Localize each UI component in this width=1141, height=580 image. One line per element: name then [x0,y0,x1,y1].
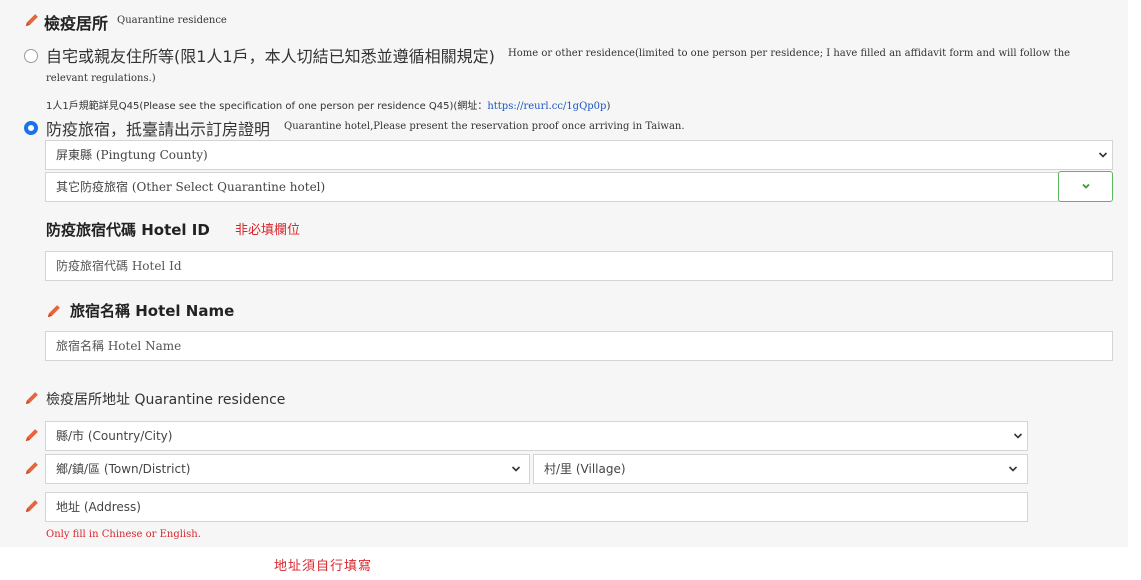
address-input[interactable]: 地址 (Address) [45,492,1028,522]
radio-home-label-en: Home or other residence(limited to one p… [508,48,1071,59]
q45-note-close: ) [606,101,611,112]
radio-home-label-en-cont: relevant regulations.) [46,73,156,84]
pencil-icon [25,391,39,405]
hotel-name-label: 旅宿名稱 Hotel Name [70,302,235,320]
chevron-down-icon [511,464,521,474]
hotel-select-toggle-button[interactable] [1058,171,1113,202]
county-select-value: 屏東縣 (Pingtung County) [56,148,208,162]
pencil-icon [25,13,39,27]
section-title-en: Quarantine residence [117,15,227,26]
hotel-select[interactable]: 其它防疫旅宿 (Other Select Quarantine hotel) [45,172,1059,202]
pencil-icon [25,428,39,442]
hotel-select-value: 其它防疫旅宿 (Other Select Quarantine hotel) [56,180,326,194]
q45-note-text: 1人1戶規範詳見Q45(Please see the specification… [46,101,488,112]
address-section-title: 檢疫居所地址 Quarantine residence [46,392,286,408]
pencil-icon [25,461,39,475]
pencil-icon [47,304,61,318]
chevron-down-icon [1008,464,1018,474]
district-select[interactable]: 鄉/鎮/區 (Town/District) [45,454,530,484]
chevron-down-icon [1013,431,1023,441]
hotel-name-placeholder: 旅宿名稱 Hotel Name [56,339,182,353]
village-select[interactable]: 村/里 (Village) [533,454,1028,484]
village-select-value: 村/里 (Village) [544,462,626,476]
form-panel: 檢疫居所 Quarantine residence 自宅或親友住所等(限1人1戶… [0,0,1128,547]
hotel-id-input[interactable]: 防疫旅宿代碼 Hotel Id [45,251,1113,281]
q45-note: 1人1戶規範詳見Q45(Please see the specification… [46,97,610,112]
district-select-value: 鄉/鎮/區 (Town/District) [56,462,191,476]
radio-hotel-label-zh: 防疫旅宿，抵臺請出示訂房證明 [46,120,271,139]
city-select[interactable]: 縣/市 (Country/City) [45,421,1028,451]
hotel-id-label: 防疫旅宿代碼 Hotel ID [46,221,210,239]
county-select[interactable]: 屏東縣 (Pingtung County) [45,140,1113,170]
address-placeholder: 地址 (Address) [56,500,141,514]
q45-link[interactable]: https://reurl.cc/1gQp0p [487,101,606,112]
self-fill-address-note: 地址須自行填寫 [274,559,373,574]
hotel-name-input[interactable]: 旅宿名稱 Hotel Name [45,331,1113,361]
hotel-id-placeholder: 防疫旅宿代碼 Hotel Id [56,259,182,273]
section-title-zh: 檢疫居所 [44,14,109,33]
radio-home[interactable] [24,49,38,63]
radio-hotel-label-en: Quarantine hotel,Please present the rese… [284,121,685,132]
radio-home-label-zh: 自宅或親友住所等(限1人1戶，本人切結已知悉並遵循相關規定) [46,47,495,66]
optional-field-note: 非必填欄位 [235,223,301,238]
chevron-down-icon [1098,150,1108,160]
city-select-value: 縣/市 (Country/City) [56,429,173,443]
radio-hotel[interactable] [24,121,38,135]
pencil-icon [25,499,39,513]
chevron-down-icon [1081,181,1091,191]
language-hint: Only fill in Chinese or English. [46,529,201,540]
